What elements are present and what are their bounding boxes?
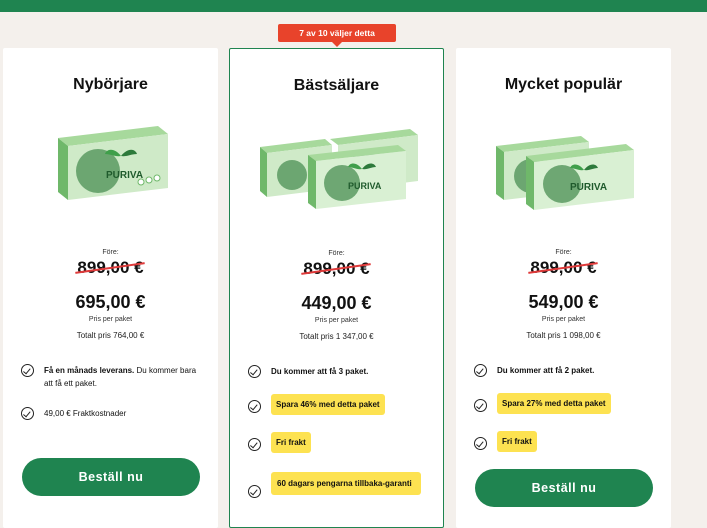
feature-item: Du kommer att få 2 paket.: [474, 364, 594, 377]
check-circle-icon: [474, 437, 487, 450]
product-brand-text: PURIVA: [348, 181, 382, 191]
product-brand-text: PURIVA: [570, 182, 607, 193]
feature-item: Du kommer att få 3 paket.: [248, 365, 368, 378]
feature-text: Du kommer att få 3 paket.: [271, 367, 369, 376]
check-circle-icon: [248, 438, 261, 451]
check-circle-icon: [474, 364, 487, 377]
price: 695,00 €: [75, 292, 146, 312]
product-image: PURIVA: [230, 117, 443, 217]
card-title: Bästsäljare: [293, 77, 380, 94]
feature-item: Spara 27% med detta paket: [474, 393, 611, 414]
price: 449,00 €: [301, 293, 372, 313]
pricing-card-mycket-popular: Mycket populär PURIVA Före: 899,00 € 549…: [456, 48, 671, 528]
check-circle-icon: [248, 485, 261, 498]
check-circle-icon: [21, 364, 34, 377]
product-image: PURIVA: [456, 116, 671, 216]
check-circle-icon: [248, 365, 261, 378]
feature-item: Fri frakt: [248, 432, 311, 453]
total-price: Totalt pris 764,00 €: [76, 331, 145, 340]
top-header-bar: [0, 0, 707, 12]
feature-item: 60 dagars pengarna tillbaka-garanti: [248, 472, 421, 498]
feature-item: Spara 46% med detta paket: [248, 394, 385, 415]
check-circle-icon: [248, 400, 261, 413]
feature-text: Du kommer att få 2 paket.: [497, 366, 595, 375]
feature-highlight: Fri frakt: [271, 432, 311, 453]
order-button[interactable]: Beställ nu: [475, 469, 653, 507]
product-image: PURIVA: [3, 116, 218, 216]
pricing-card-bastsaljare: Bästsäljare PURIVA Före: 899,00 € 449,0: [229, 48, 444, 528]
before-label: Före:: [328, 250, 345, 257]
product-brand-text: PURIVA: [106, 170, 143, 181]
feature-highlight: 60 dagars pengarna tillbaka-garanti: [271, 472, 421, 495]
total-price: Totalt pris 1 347,00 €: [299, 332, 374, 341]
feature-text: 49,00 € Fraktkostnader: [44, 409, 127, 418]
feature-item: 49,00 € Fraktkostnader: [21, 407, 206, 420]
pricing-card-nyborjare: Nybörjare PURIVA Före: 899,00 € 695,00 €…: [3, 48, 218, 528]
per-package-label: Pris per paket: [314, 317, 359, 324]
price: 549,00 €: [528, 292, 599, 312]
before-label: Före:: [102, 249, 119, 256]
feature-bold-text: Få en månads leverans.: [44, 366, 135, 375]
check-circle-icon: [474, 399, 487, 412]
order-button[interactable]: Beställ nu: [22, 458, 200, 496]
popular-badge: 7 av 10 väljer detta: [278, 24, 396, 47]
feature-highlight: Fri frakt: [497, 431, 537, 452]
feature-item: Fri frakt: [474, 431, 537, 452]
before-label: Före:: [555, 249, 572, 256]
card-title: Mycket populär: [504, 76, 623, 93]
card-title: Nybörjare: [73, 76, 148, 93]
per-package-label: Pris per paket: [88, 316, 133, 323]
old-price: 899,00 €: [3, 258, 218, 278]
feature-item: Få en månads leverans. Du kommer bara at…: [21, 364, 206, 390]
per-package-label: Pris per paket: [541, 316, 586, 323]
check-circle-icon: [21, 407, 34, 420]
feature-highlight: Spara 27% med detta paket: [497, 393, 611, 414]
total-price: Totalt pris 1 098,00 €: [526, 331, 601, 340]
old-price: 899,00 €: [456, 258, 671, 278]
feature-highlight: Spara 46% med detta paket: [271, 394, 385, 415]
old-price: 899,00 €: [230, 259, 443, 279]
